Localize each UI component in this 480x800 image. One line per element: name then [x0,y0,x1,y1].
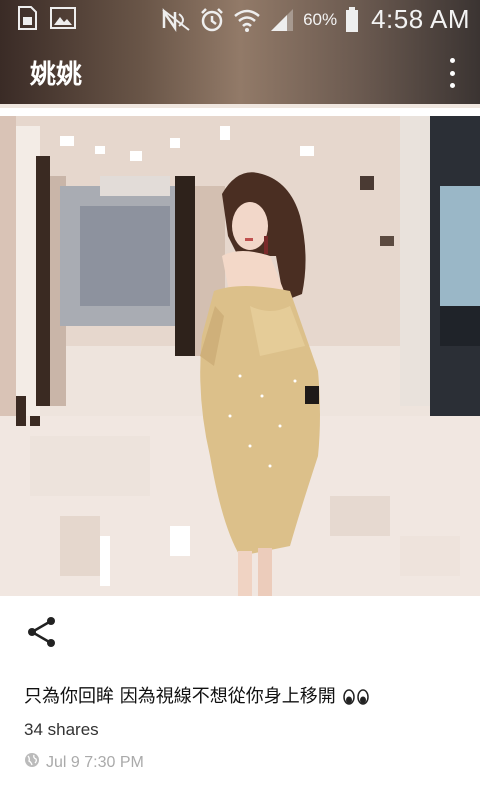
wifi-icon [233,8,261,32]
alarm-icon [199,7,225,33]
nfc-icon [161,7,191,32]
share-button[interactable] [22,614,62,654]
post-caption: 只為你回眸 因為視線不想從你身上移開 [24,682,371,708]
caption-text: 只為你回眸 因為視線不想從你身上移開 [24,686,336,707]
post-meta: Jul 9 7:30 PM [24,752,144,773]
shares-count[interactable]: 34 shares [24,720,99,740]
sim-card-icon [16,6,38,30]
battery-percent: 60% [303,9,338,29]
clock: 4:58 AM [371,4,470,34]
eyes-icon [341,686,371,707]
image-notification-icon [50,6,76,30]
more-vertical-icon[interactable] [446,58,458,88]
status-bar: 60% 4:58 AM [0,0,480,38]
app-bar-title: 姚姚 [30,60,83,90]
post-timestamp: Jul 9 7:30 PM [46,753,144,771]
globe-icon [24,752,40,773]
signal-icon [269,8,295,32]
battery-icon [345,6,359,33]
app-bar: 姚姚 [0,40,480,104]
share-icon [27,616,57,653]
post-photo[interactable] [0,116,480,596]
top-bar-background: 60% 4:58 AM 姚姚 [0,0,480,108]
screen: 60% 4:58 AM 姚姚 只為你回眸 因為視線不想從你身上移開 34 sha… [0,0,480,800]
